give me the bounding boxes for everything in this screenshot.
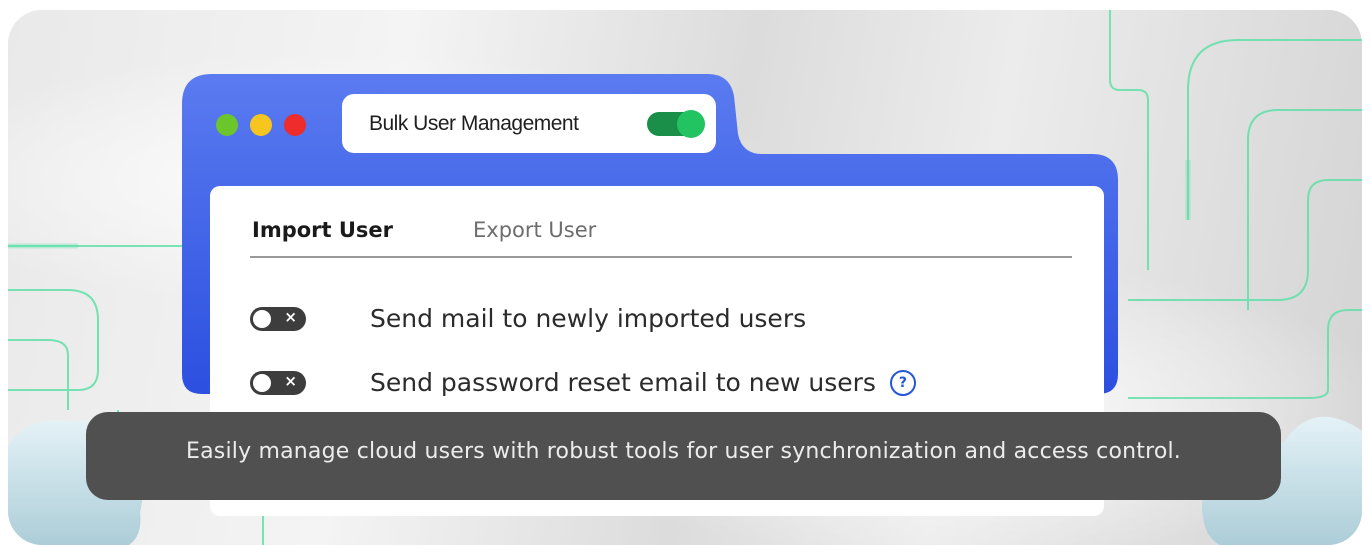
window-controls [216,114,306,136]
caption-bar: Easily manage cloud users with robust to… [86,412,1281,500]
option-label: Send password reset email to new users [370,368,876,397]
option-label: Send mail to newly imported users [370,304,807,333]
close-dot-icon[interactable] [284,114,306,136]
send-mail-toggle[interactable]: × [250,306,306,331]
feature-toggle[interactable] [647,110,705,138]
option-send-mail: × Send mail to newly imported users [250,304,806,333]
tab-export-user[interactable]: Export User [473,218,596,242]
app-window: Bulk User Management Import User Export … [182,74,1118,516]
maximize-dot-icon[interactable] [216,114,238,136]
tab-divider [250,256,1072,258]
toggle-off-icon: × [284,371,297,390]
toggle-knob [253,373,271,392]
toggle-knob [677,110,705,138]
minimize-dot-icon[interactable] [250,114,272,136]
toggle-knob [253,309,271,328]
toggle-off-icon: × [284,307,297,326]
window-title: Bulk User Management [369,112,579,135]
tab-import-user[interactable]: Import User [252,218,393,242]
caption-text: Easily manage cloud users with robust to… [186,439,1181,464]
option-password-reset: × Send password reset email to new users… [250,368,916,397]
tab-bar: Import User Export User [252,218,596,242]
title-tab: Bulk User Management [342,94,716,153]
help-circle-icon[interactable]: ? [889,369,916,396]
password-reset-toggle[interactable]: × [250,370,306,395]
